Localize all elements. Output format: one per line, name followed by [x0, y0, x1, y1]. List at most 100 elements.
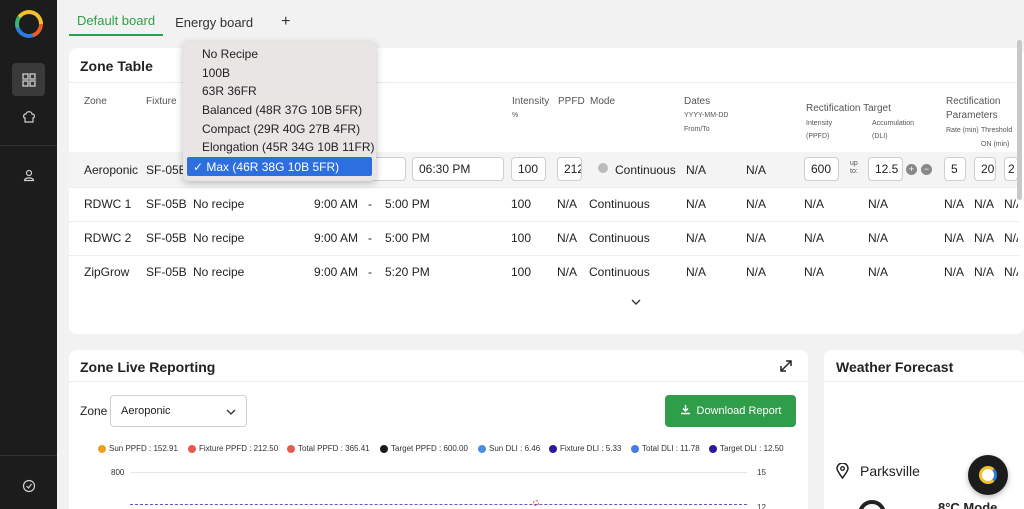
recipe-option-balanced[interactable]: Balanced (48R 37G 10B 5FR): [202, 103, 362, 117]
row-fixture: SF-05B: [146, 197, 187, 211]
row-end[interactable]: 5:20 PM: [385, 265, 430, 279]
row-date-to[interactable]: N/A: [746, 265, 766, 279]
row-end[interactable]: 5:00 PM: [385, 231, 430, 245]
threshold-input[interactable]: 20: [974, 157, 996, 181]
header-rect-intensity: Intensity: [806, 120, 833, 127]
zone-select[interactable]: Aeroponic: [110, 395, 247, 427]
recipe-option-compact[interactable]: Compact (29R 40G 27B 4FR): [202, 122, 360, 136]
row-start[interactable]: 9:00 AM: [314, 265, 358, 279]
header-zone: Zone: [84, 96, 107, 107]
row-threshold[interactable]: N/A: [974, 197, 994, 211]
row-start[interactable]: 9:00 AM: [314, 231, 358, 245]
row-intensity[interactable]: 100: [511, 231, 531, 245]
end-time-input[interactable]: 06:30 PM: [412, 157, 504, 181]
row-date-to[interactable]: N/A: [746, 231, 766, 245]
row-target-intensity[interactable]: N/A: [804, 197, 824, 211]
row-target-dli[interactable]: N/A: [868, 197, 888, 211]
intensity-input[interactable]: 100: [511, 157, 546, 181]
row-recipe[interactable]: No recipe: [193, 231, 244, 245]
legend-total-dli[interactable]: Total DLI : 11.78: [631, 444, 700, 453]
row-target-dli[interactable]: N/A: [868, 231, 888, 245]
header-rect-accumulation: Accumulation: [872, 120, 915, 127]
recipe-option-100b[interactable]: 100B: [202, 66, 230, 80]
download-report-button[interactable]: Download Report: [665, 395, 796, 427]
recipe-dropdown-menu: No Recipe 100B 63R 36FR Balanced (48R 37…: [183, 42, 376, 181]
recipe-option-max-label: ✓ Max (46R 38G 10B 5FR): [193, 160, 340, 174]
active-date-from[interactable]: N/A: [686, 163, 706, 177]
recipe-option-no-recipe[interactable]: No Recipe: [202, 47, 258, 61]
row-intensity[interactable]: 100: [511, 197, 531, 211]
tab-energy-board[interactable]: Energy board: [167, 15, 261, 36]
row-recipe[interactable]: No recipe: [193, 265, 244, 279]
row-date-from[interactable]: N/A: [686, 197, 706, 211]
row-intensity[interactable]: 100: [511, 265, 531, 279]
chart-data-marker: [533, 500, 539, 506]
legend-target-dli[interactable]: Target DLI : 12.50: [709, 444, 784, 453]
row-fixture: SF-05B: [146, 231, 187, 245]
expand-chevron-down-icon[interactable]: [631, 297, 641, 309]
header-threshold: Threshold: [981, 127, 1013, 134]
row-threshold[interactable]: N/A: [974, 231, 994, 245]
row-start[interactable]: 9:00 AM: [314, 197, 358, 211]
plus-icon[interactable]: +: [906, 164, 917, 175]
row-dash: -: [368, 265, 372, 279]
row-rate[interactable]: N/A: [944, 197, 964, 211]
row-mode[interactable]: Continuous: [589, 265, 650, 279]
row-ppfd: N/A: [557, 265, 578, 279]
row-target-intensity[interactable]: N/A: [804, 265, 824, 279]
legend-fixture-ppfd[interactable]: Fixture PPFD : 212.50: [188, 444, 278, 453]
board-tabs: Default board Energy board +: [69, 10, 300, 36]
row-zone: ZipGrow: [84, 265, 130, 279]
target-intensity-input[interactable]: 600: [804, 157, 839, 181]
y-axis-right-second-label: 12: [757, 503, 766, 509]
row-date-to[interactable]: N/A: [746, 197, 766, 211]
legend-sun-dli[interactable]: Sun DLI : 6.46: [478, 444, 540, 453]
vertical-scrollbar[interactable]: [1017, 40, 1022, 200]
mode-toggle[interactable]: [598, 163, 608, 173]
row-end[interactable]: 5:00 PM: [385, 197, 430, 211]
expand-icon[interactable]: [779, 359, 793, 378]
recipe-option-elongation[interactable]: Elongation (45R 34G 10B 11FR): [202, 140, 375, 154]
active-mode: Continuous: [615, 163, 676, 177]
add-board-button[interactable]: +: [261, 13, 300, 36]
header-ppfd: PPFD: [558, 96, 585, 107]
legend-target-ppfd[interactable]: Target PPFD : 600.00: [380, 444, 468, 453]
location-pin-icon: [836, 462, 849, 484]
row-on-min[interactable]: N/A: [1004, 197, 1018, 211]
on-min-input[interactable]: 2: [1004, 157, 1018, 181]
minus-icon[interactable]: −: [921, 164, 932, 175]
legend-sun-ppfd[interactable]: Sun PPFD : 152.91: [98, 444, 178, 453]
row-target-intensity[interactable]: N/A: [804, 231, 824, 245]
row-target-dli[interactable]: N/A: [868, 265, 888, 279]
row-date-from[interactable]: N/A: [686, 265, 706, 279]
tab-default-board[interactable]: Default board: [69, 13, 164, 36]
row-rate[interactable]: N/A: [944, 265, 964, 279]
chart-gridline: [130, 472, 747, 473]
rate-input[interactable]: 5: [944, 157, 966, 181]
row-on-min[interactable]: N/A: [1004, 231, 1018, 245]
row-threshold[interactable]: N/A: [974, 265, 994, 279]
row-date-from[interactable]: N/A: [686, 231, 706, 245]
assistant-fab-button[interactable]: [968, 455, 1008, 495]
dashboard-icon[interactable]: [12, 63, 45, 96]
header-intensity-unit: %: [512, 112, 519, 119]
user-icon[interactable]: [12, 158, 45, 191]
recipe-option-max[interactable]: ✓ Max (46R 38G 10B 5FR): [187, 157, 372, 176]
row-rate[interactable]: N/A: [944, 231, 964, 245]
header-intensity: Intensity: [512, 96, 550, 107]
active-date-to[interactable]: N/A: [746, 163, 766, 177]
recipe-option-63r-36fr[interactable]: 63R 36FR: [202, 84, 257, 98]
target-dli-input[interactable]: 12.5: [868, 157, 903, 181]
up-to-label-1: up: [850, 160, 858, 167]
row-mode[interactable]: Continuous: [589, 197, 650, 211]
row-recipe[interactable]: No recipe: [193, 197, 244, 211]
ppfd-input[interactable]: 212: [557, 157, 582, 181]
header-fixture: Fixture: [146, 96, 177, 107]
legend-total-ppfd[interactable]: Total PPFD : 365.41: [287, 444, 370, 453]
recipe-hat-icon[interactable]: [12, 100, 45, 133]
row-on-min[interactable]: N/A: [1004, 265, 1018, 279]
row-mode[interactable]: Continuous: [589, 231, 650, 245]
legend-fixture-dli[interactable]: Fixture DLI : 5.33: [549, 444, 621, 453]
row-fixture: SF-05B: [146, 265, 187, 279]
settings-check-icon[interactable]: [12, 469, 45, 502]
